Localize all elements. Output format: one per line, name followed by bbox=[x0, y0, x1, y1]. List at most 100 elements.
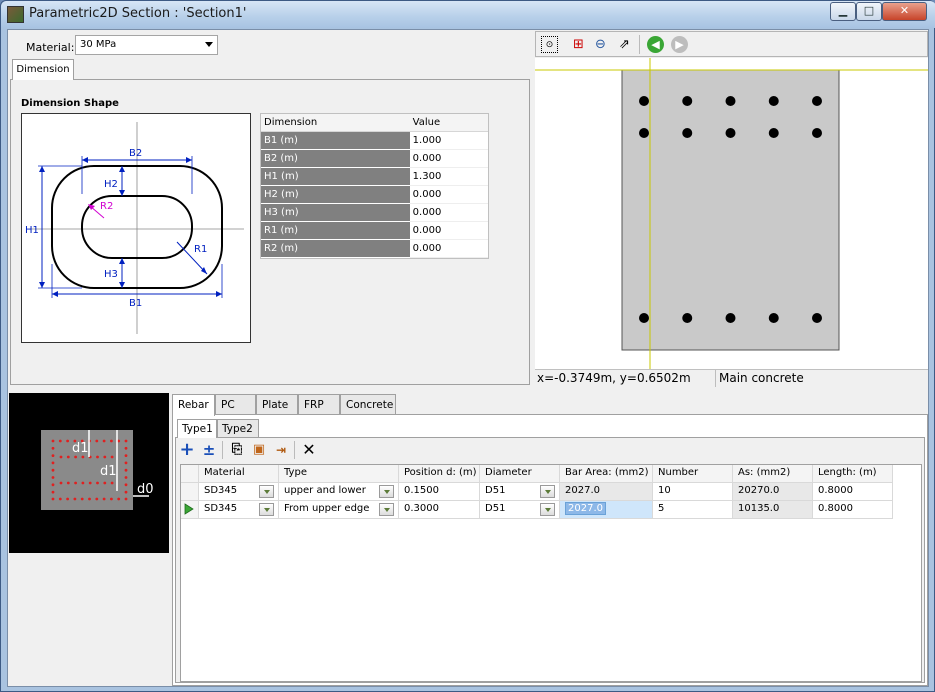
thumbnail-rebar-dot bbox=[96, 481, 99, 485]
tab-concrete[interactable]: Concrete bbox=[340, 394, 396, 415]
cell-bar-area-selected[interactable]: 2027.0 bbox=[560, 501, 653, 519]
rebar-dot bbox=[725, 313, 736, 323]
rebar-dot bbox=[768, 96, 779, 106]
chevron-down-icon[interactable] bbox=[540, 503, 555, 516]
thumbnail-rebar-dot bbox=[110, 497, 113, 501]
rebar-dot bbox=[682, 96, 693, 106]
section-preview-canvas[interactable] bbox=[535, 58, 928, 369]
header-as: As: (mm2) bbox=[733, 465, 813, 483]
rebar-toolbar: + ± ⎘ ▣ ⇥ ✕ bbox=[176, 438, 924, 463]
import-icon[interactable]: ⇥ bbox=[272, 441, 290, 459]
thumbnail-rebar-dot bbox=[124, 446, 128, 450]
chevron-down-icon[interactable] bbox=[259, 503, 274, 516]
minimize-button[interactable]: ▁ bbox=[830, 2, 856, 21]
thumbnail-rebar-dot bbox=[124, 454, 128, 457]
thumbnail-rebar-dot bbox=[110, 439, 113, 443]
thumbnail-rebar-dot bbox=[74, 481, 77, 485]
cell-diameter[interactable]: D51 bbox=[480, 501, 560, 519]
label-h1: H1 bbox=[25, 225, 39, 236]
dimension-value[interactable]: 0.000 bbox=[409, 240, 488, 258]
paste-icon[interactable]: ▣ bbox=[250, 441, 268, 459]
cell-type[interactable]: From upper edge bbox=[279, 501, 399, 519]
thumbnail-rebar-dot bbox=[51, 483, 55, 487]
chevron-down-icon[interactable] bbox=[540, 485, 555, 498]
table-row[interactable]: B2 (m) 0.000 bbox=[261, 150, 488, 168]
window-title: Parametric2D Section : 'Section1' bbox=[29, 6, 247, 21]
material-dropdown[interactable]: 30 MPa bbox=[75, 35, 218, 55]
table-row[interactable]: H1 (m) 1.300 bbox=[261, 168, 488, 186]
title-bar[interactable]: Parametric2D Section : 'Section1' ▁ □ ✕ bbox=[1, 1, 935, 28]
row-indicator[interactable] bbox=[181, 501, 199, 519]
header-type: Type bbox=[279, 465, 399, 483]
rebar-dot bbox=[768, 313, 779, 323]
dimension-panel: Dimension Shape B2 B1 H1 H2 H3 R1 R2 Dim… bbox=[10, 79, 530, 385]
tab-type1[interactable]: Type1 bbox=[177, 419, 217, 438]
select-icon[interactable]: ⊙ bbox=[541, 36, 558, 53]
thumbnail-rebar-dot bbox=[51, 468, 55, 472]
forward-icon[interactable]: ▶ bbox=[671, 36, 688, 53]
thumbnail-rebar-dot bbox=[51, 476, 55, 479]
chevron-down-icon[interactable] bbox=[379, 485, 394, 498]
tab-plate[interactable]: Plate bbox=[256, 394, 298, 415]
thumbnail-rebar-dot bbox=[110, 455, 114, 459]
dimension-value[interactable]: 0.000 bbox=[409, 222, 488, 240]
chevron-down-icon[interactable] bbox=[259, 485, 274, 498]
table-row[interactable]: SD345 From upper edge 0.3000 D51 2027.0 … bbox=[181, 501, 893, 519]
row-indicator[interactable] bbox=[181, 483, 199, 501]
tab-pc[interactable]: PC bbox=[215, 394, 256, 415]
cell-as: 10135.0 bbox=[733, 501, 813, 519]
thumbnail-rebar-dot bbox=[124, 483, 128, 487]
table-row[interactable]: R1 (m) 0.000 bbox=[261, 222, 488, 240]
cell-number[interactable]: 10 bbox=[653, 483, 733, 501]
cell-material[interactable]: SD345 bbox=[199, 501, 279, 519]
shape-diagram: B2 B1 H1 H2 H3 R1 R2 bbox=[25, 122, 244, 334]
table-row[interactable]: SD345 upper and lower 0.1500 D51 2027.0 … bbox=[181, 483, 893, 501]
preview-toolbar: ⊙ ⊞ ⊖ ⇗ ◀ ▶ bbox=[535, 31, 928, 57]
preview-status-bar: x=-0.3749m, y=0.6502m Main concrete bbox=[535, 369, 928, 387]
thumbnail-rebar-dot bbox=[66, 439, 69, 443]
cell-position[interactable]: 0.1500 bbox=[399, 483, 480, 501]
dimension-value[interactable]: 0.000 bbox=[409, 204, 488, 222]
cell-position[interactable]: 0.3000 bbox=[399, 501, 480, 519]
table-row[interactable]: B1 (m) 1.000 bbox=[261, 132, 488, 150]
cell-material[interactable]: SD345 bbox=[199, 483, 279, 501]
chevron-down-icon[interactable] bbox=[379, 503, 394, 516]
zoom-extent-icon[interactable]: ⇗ bbox=[616, 36, 633, 53]
tab-dimension[interactable]: Dimension bbox=[12, 59, 74, 80]
dimension-value[interactable]: 1.000 bbox=[409, 132, 488, 150]
zoom-out-icon[interactable]: ⊖ bbox=[592, 36, 609, 53]
tab-rebar[interactable]: Rebar bbox=[172, 394, 215, 416]
thumbnail-rebar-dot bbox=[73, 497, 77, 501]
thumbnail-rebar-dot bbox=[58, 497, 62, 501]
dimension-value[interactable]: 0.000 bbox=[409, 186, 488, 204]
delete-icon[interactable]: ✕ bbox=[300, 441, 318, 459]
cell-length[interactable]: 0.8000 bbox=[813, 483, 893, 501]
cell-length[interactable]: 0.8000 bbox=[813, 501, 893, 519]
tab-type2[interactable]: Type2 bbox=[217, 419, 259, 438]
material-label: Material: bbox=[26, 41, 75, 54]
dimension-name: H2 (m) bbox=[261, 186, 410, 204]
client-area: Material: 30 MPa Dimension Dimension Sha… bbox=[7, 29, 929, 687]
table-row[interactable]: R2 (m) 0.000 bbox=[261, 240, 488, 258]
table-row[interactable]: H3 (m) 0.000 bbox=[261, 204, 488, 222]
insert-row-icon[interactable]: ± bbox=[200, 441, 218, 459]
cell-type[interactable]: upper and lower bbox=[279, 483, 399, 501]
rebar-dot bbox=[725, 96, 736, 106]
cell-diameter[interactable]: D51 bbox=[480, 483, 560, 501]
cell-number[interactable]: 5 bbox=[653, 501, 733, 519]
add-row-icon[interactable]: + bbox=[178, 441, 196, 459]
close-button[interactable]: ✕ bbox=[882, 2, 927, 21]
label-r1: R1 bbox=[194, 244, 207, 255]
maximize-button[interactable]: □ bbox=[856, 2, 882, 21]
copy-icon[interactable]: ⎘ bbox=[228, 441, 246, 459]
current-row-icon bbox=[184, 503, 194, 515]
back-icon[interactable]: ◀ bbox=[647, 36, 664, 53]
dimension-value[interactable]: 1.300 bbox=[409, 168, 488, 186]
thumbnail-rebar-dot bbox=[66, 497, 69, 501]
dimension-name: R2 (m) bbox=[261, 240, 410, 258]
tab-frp[interactable]: FRP bbox=[298, 394, 340, 415]
dimension-value[interactable]: 0.000 bbox=[409, 150, 488, 168]
table-row[interactable]: H2 (m) 0.000 bbox=[261, 186, 488, 204]
zoom-window-icon[interactable]: ⊞ bbox=[570, 36, 587, 53]
dimension-shape-drawing: B2 B1 H1 H2 H3 R1 R2 bbox=[21, 113, 251, 343]
